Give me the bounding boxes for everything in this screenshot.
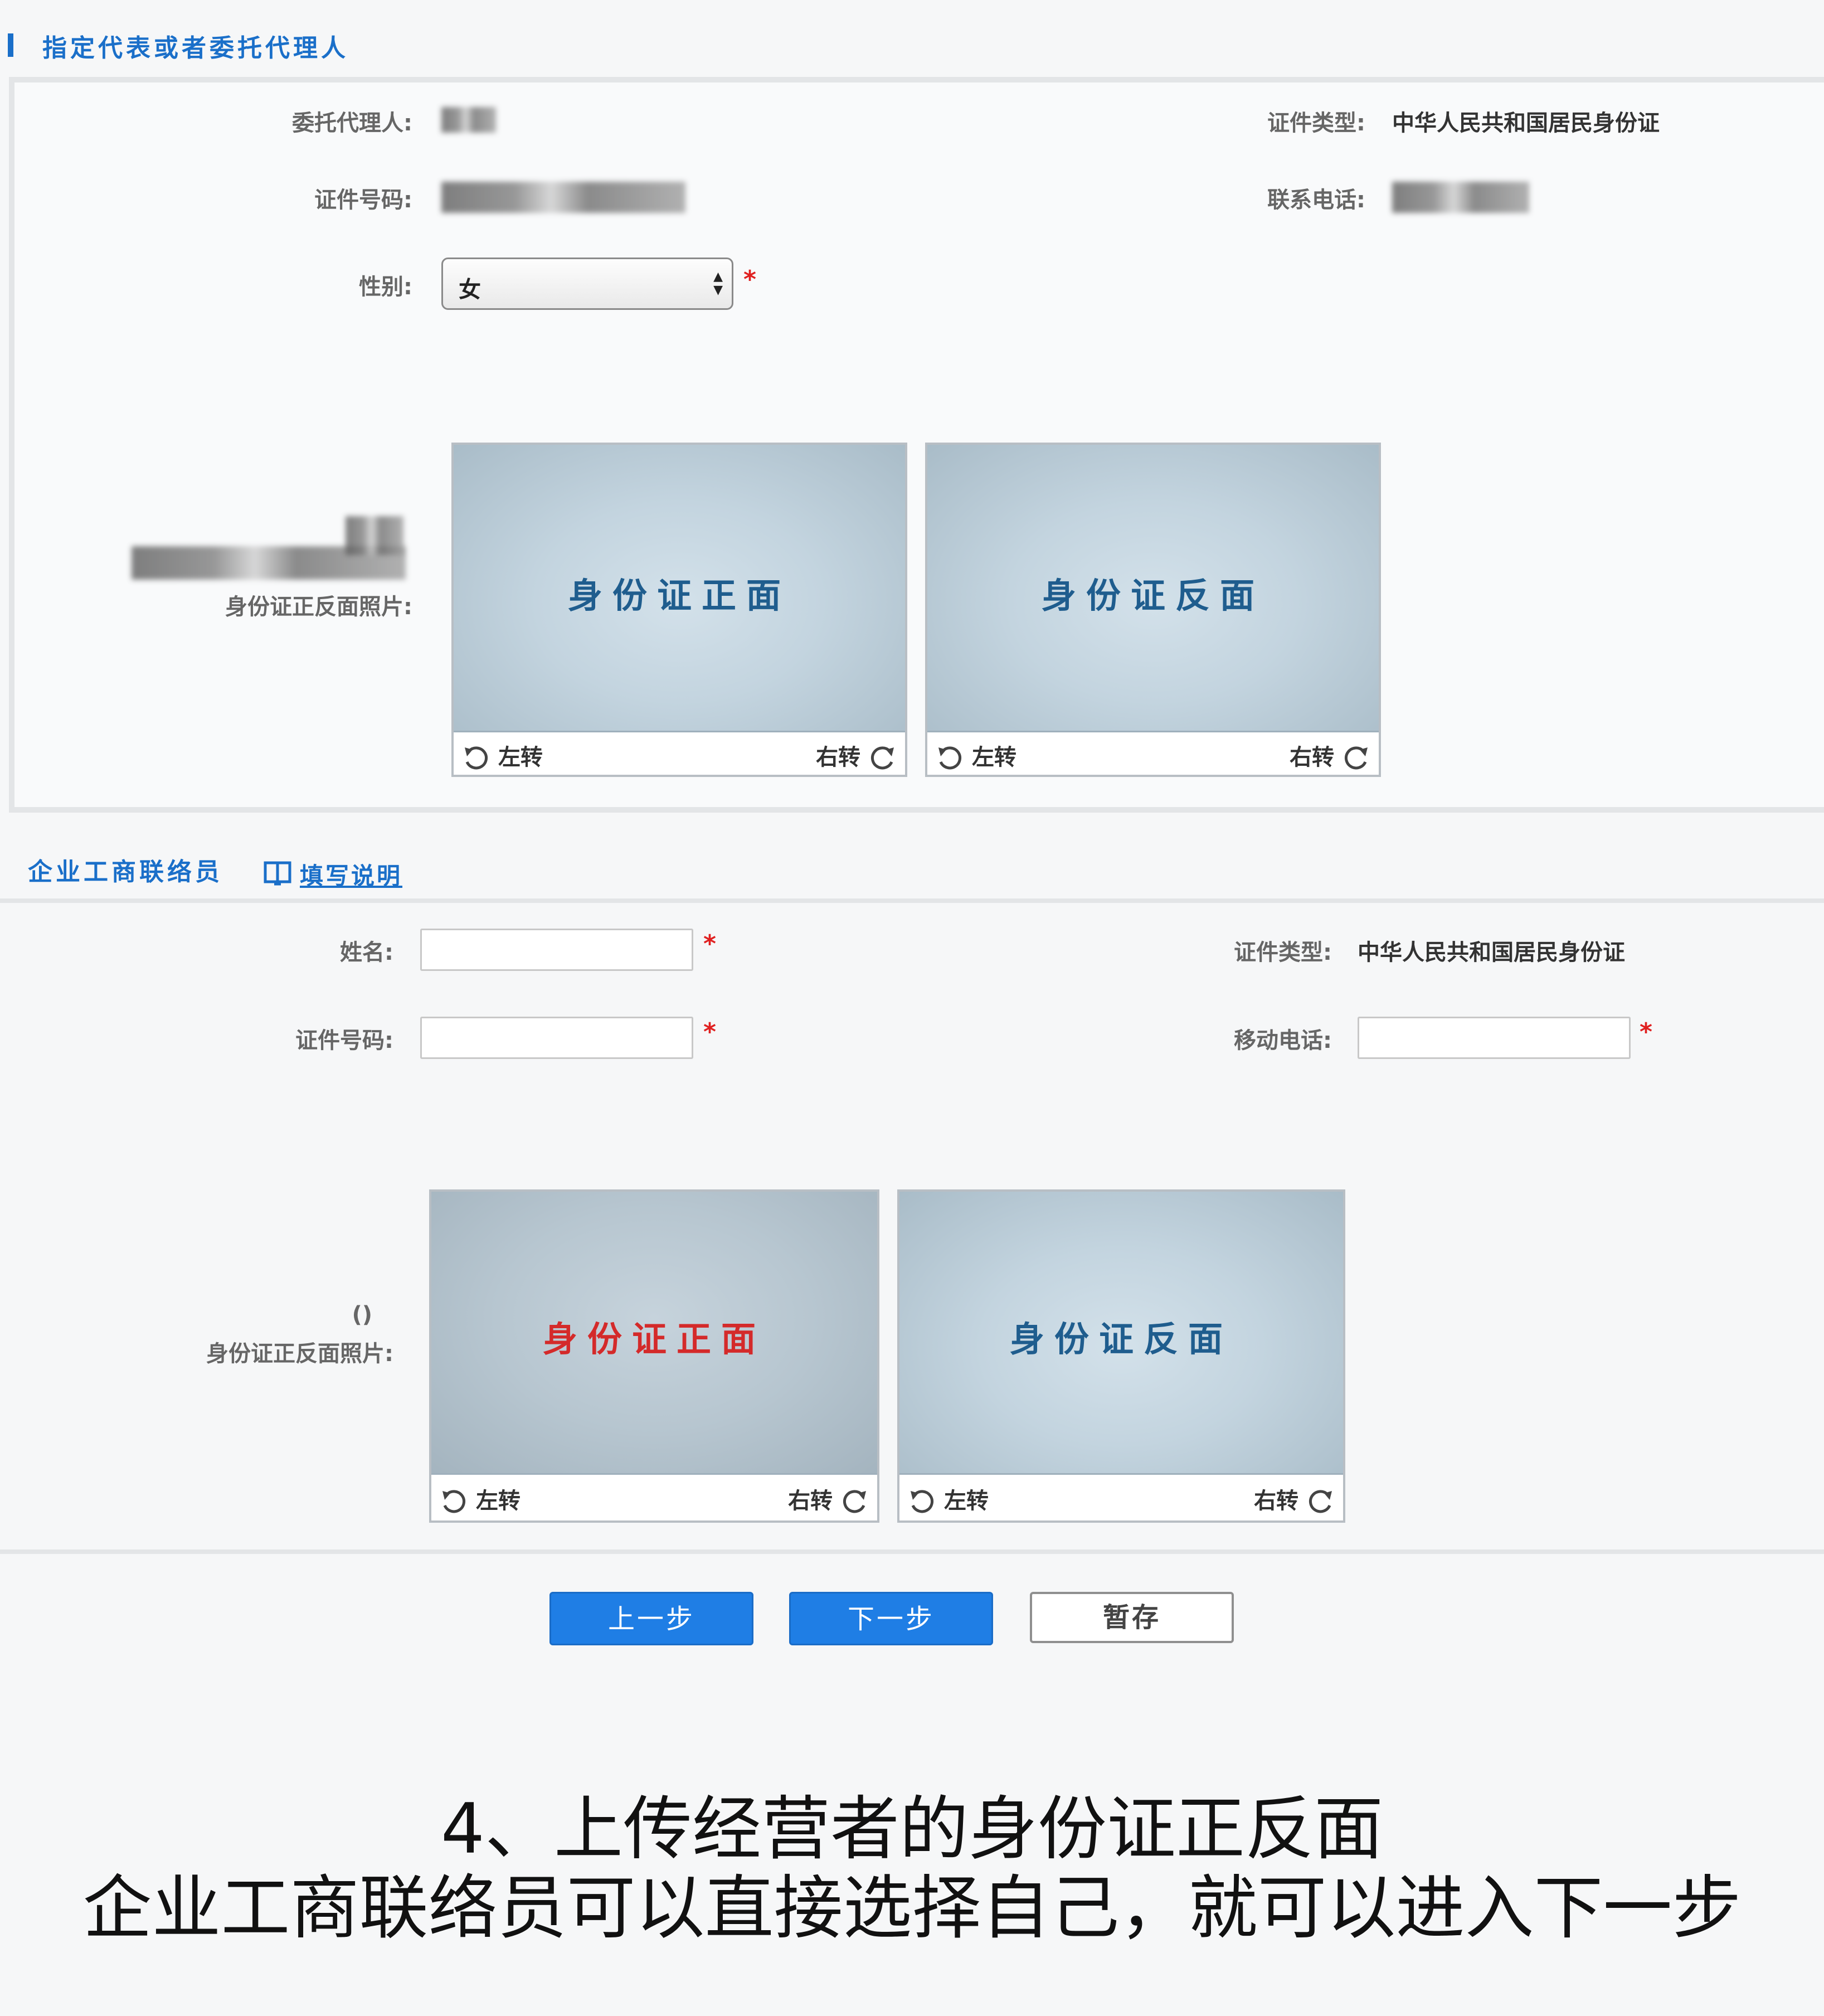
id-card-front-upload[interactable]: 身份证正面 左转 右转 bbox=[451, 443, 907, 777]
select-arrows-icon: ▲ ▼ bbox=[713, 270, 723, 297]
rotate-left-icon bbox=[442, 1490, 466, 1513]
gender-select[interactable]: 女 ▲ ▼ bbox=[441, 258, 733, 310]
rotate-left-label: 左转 bbox=[943, 1488, 989, 1514]
doc-type-value: 中华人民共和国居民身份证 bbox=[1392, 110, 1660, 136]
section-accent-bar bbox=[8, 33, 13, 57]
id-number-input[interactable] bbox=[420, 1017, 693, 1059]
section-title-agent: 指定代表或者委托代理人 bbox=[42, 34, 349, 62]
name-label: 姓名: bbox=[340, 940, 393, 965]
phone-label: 联系电话: bbox=[1267, 187, 1365, 213]
photo-note-redacted-2 bbox=[346, 516, 403, 555]
rotate-left-label: 左转 bbox=[971, 745, 1016, 770]
rotate-right-label: 右转 bbox=[788, 1488, 833, 1514]
id-card-back-face: 身份证反面 bbox=[927, 445, 1379, 732]
id-card-back-label: 身份证反面 bbox=[1041, 575, 1264, 616]
save-draft-button[interactable]: 暂存 bbox=[1030, 1592, 1234, 1643]
rotate-right-button[interactable]: 右转 bbox=[1254, 1483, 1335, 1517]
id-card-front-upload[interactable]: 身份证正面 左转 右转 bbox=[429, 1189, 879, 1523]
photo-label: 身份证正反面照片: bbox=[206, 1341, 393, 1367]
rotate-right-label: 右转 bbox=[1254, 1488, 1299, 1514]
id-card-front-label: 身份证正面 bbox=[542, 1319, 766, 1359]
mobile-label: 移动电话: bbox=[1234, 1028, 1332, 1053]
rotate-right-icon bbox=[843, 1490, 866, 1513]
id-card-back-face: 身份证反面 bbox=[899, 1192, 1343, 1475]
rotate-right-button[interactable]: 右转 bbox=[1290, 739, 1371, 773]
gender-label: 性别: bbox=[359, 274, 412, 300]
id-number-label: 证件号码: bbox=[295, 1028, 393, 1053]
required-mark: * bbox=[703, 930, 717, 958]
footer-divider bbox=[0, 1549, 1824, 1554]
rotate-right-icon bbox=[870, 746, 894, 770]
rotate-right-button[interactable]: 右转 bbox=[816, 739, 897, 773]
id-card-back-upload[interactable]: 身份证反面 左转 右转 bbox=[897, 1189, 1345, 1523]
rotate-left-icon bbox=[911, 1490, 934, 1513]
id-number-redacted bbox=[441, 182, 685, 213]
rotate-left-button[interactable]: 左转 bbox=[461, 739, 543, 773]
next-step-button[interactable]: 下一步 bbox=[789, 1592, 993, 1645]
doc-type-label: 证件类型: bbox=[1267, 110, 1365, 136]
doc-type-value: 中华人民共和国居民身份证 bbox=[1358, 940, 1625, 965]
id-card-back-label: 身份证反面 bbox=[1009, 1319, 1233, 1359]
rotate-right-icon bbox=[1309, 1490, 1332, 1513]
required-mark: * bbox=[703, 1018, 717, 1046]
name-input[interactable] bbox=[420, 929, 693, 971]
rotate-left-label: 左转 bbox=[475, 1488, 521, 1514]
id-card-back-upload[interactable]: 身份证反面 左转 右转 bbox=[925, 443, 1381, 777]
id-card-front-face: 身份证正面 bbox=[454, 445, 905, 732]
rotate-right-icon bbox=[1344, 746, 1368, 770]
agent-name-redacted bbox=[441, 107, 496, 133]
rotate-right-button[interactable]: 右转 bbox=[788, 1483, 869, 1517]
doc-type-label: 证件类型: bbox=[1234, 940, 1332, 965]
photo-label: 身份证正反面照片: bbox=[225, 594, 412, 620]
rotate-left-button[interactable]: 左转 bbox=[907, 1483, 989, 1517]
rotate-right-label: 右转 bbox=[816, 745, 861, 770]
id-card-front-face: 身份证正面 bbox=[431, 1192, 877, 1475]
required-mark: * bbox=[743, 265, 757, 294]
rotate-left-label: 左转 bbox=[498, 745, 543, 770]
gender-select-value: 女 bbox=[459, 277, 481, 303]
section-divider bbox=[0, 898, 1824, 903]
phone-redacted bbox=[1392, 182, 1529, 213]
rotate-left-icon bbox=[938, 746, 962, 770]
guide-link[interactable]: 填写说明 bbox=[300, 857, 402, 891]
rotate-left-button[interactable]: 左转 bbox=[935, 739, 1016, 773]
prev-step-button[interactable]: 上一步 bbox=[549, 1592, 753, 1645]
rotate-left-icon bbox=[465, 746, 488, 770]
rotate-left-button[interactable]: 左转 bbox=[439, 1483, 521, 1517]
id-card-front-label: 身份证正面 bbox=[567, 575, 791, 616]
book-icon[interactable] bbox=[263, 859, 292, 888]
section-title-liaison: 企业工商联络员 bbox=[28, 858, 223, 886]
mobile-input[interactable] bbox=[1358, 1017, 1631, 1059]
photo-paren: () bbox=[352, 1302, 372, 1328]
required-mark: * bbox=[1640, 1018, 1653, 1046]
rotate-right-label: 右转 bbox=[1290, 745, 1335, 770]
id-number-label: 证件号码: bbox=[314, 187, 412, 213]
agent-label: 委托代理人: bbox=[292, 110, 412, 136]
caption-line-2: 企业工商联络员可以直接选择自己，就可以进入下一步 bbox=[82, 1868, 1742, 1949]
